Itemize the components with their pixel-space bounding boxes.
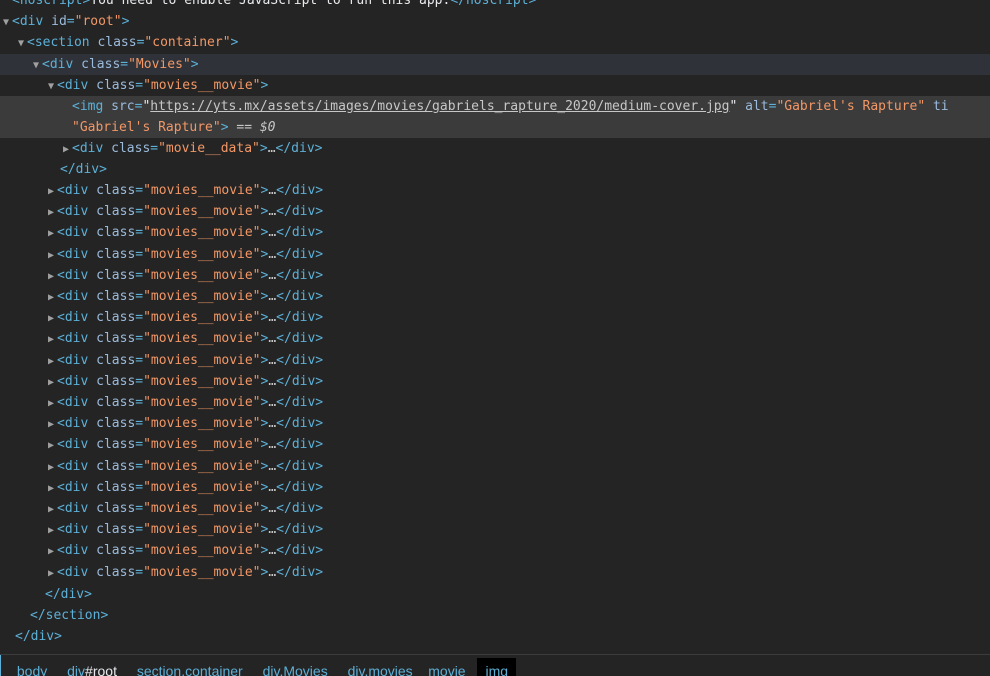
movie-node-collapsed[interactable]: ▶ <div class="movies__movie">…</div> (0, 413, 990, 434)
section-node[interactable]: ▼ <section class="container"> (0, 32, 990, 53)
expand-closed-icon[interactable]: ▶ (45, 478, 57, 498)
expand-closed-icon[interactable]: ▶ (45, 541, 57, 561)
img-node-selected-cont[interactable]: "Gabriel's Rapture"> == $0 (0, 117, 990, 138)
node-markup: ▶ <div class="movies__movie">…</div> (0, 480, 323, 495)
expand-closed-icon[interactable]: ▶ (45, 372, 57, 392)
noscript-node[interactable]: <noscript>You need to enable JavaScript … (0, 0, 990, 11)
expand-open-icon[interactable]: ▼ (15, 33, 27, 53)
node-markup: ▼ <div class="Movies"> (0, 57, 199, 72)
movie-node-collapsed[interactable]: ▶ <div class="movies__movie">…</div> (0, 265, 990, 286)
expand-closed-icon[interactable]: ▶ (45, 181, 57, 201)
expand-closed-icon[interactable]: ▶ (45, 308, 57, 328)
node-markup: </div> (45, 587, 92, 602)
breadcrumb-section-container[interactable]: section.container (129, 658, 251, 676)
node-markup: ▶ <div class="movies__movie">…</div> (0, 225, 323, 240)
breadcrumb-body[interactable]: body (9, 658, 55, 676)
expand-closed-icon[interactable]: ▶ (45, 245, 57, 265)
expand-open-icon[interactable]: ▼ (45, 76, 57, 96)
breadcrumb-div-movie[interactable]: div.movies__movie (340, 658, 474, 676)
movie-node-collapsed[interactable]: ▶ <div class="movies__movie">…</div> (0, 540, 990, 561)
node-markup: </div> (15, 629, 62, 644)
movie-node-collapsed[interactable]: ▶ <div class="movies__movie">…</div> (0, 456, 990, 477)
breadcrumb-edge (0, 655, 5, 676)
node-markup: ▶ <div class="movies__movie">…</div> (0, 247, 323, 262)
node-markup: ▶ <div class="movies__movie">…</div> (0, 565, 323, 580)
node-markup: ▼ <div class="movies__movie"> (0, 78, 268, 93)
movie-node-collapsed[interactable]: ▶ <div class="movies__movie">…</div> (0, 350, 990, 371)
breadcrumb-div-root[interactable]: div#root (59, 658, 125, 676)
movie-node-collapsed[interactable]: ▶ <div class="movies__movie">…</div> (0, 498, 990, 519)
node-markup: <img src="https://yts.mx/assets/images/m… (72, 99, 949, 114)
node-markup: ▶ <div class="movies__movie">…</div> (0, 331, 323, 346)
node-markup: ▶ <div class="movies__movie">…</div> (0, 437, 323, 452)
node-markup: ▶ <div class="movies__movie">…</div> (0, 353, 323, 368)
expand-closed-icon[interactable]: ▶ (45, 329, 57, 349)
expand-open-icon[interactable]: ▼ (30, 55, 42, 75)
node-markup: <noscript>You need to enable JavaScript … (12, 0, 537, 8)
section-close-node[interactable]: </section> (0, 605, 990, 626)
node-markup: </section> (30, 608, 109, 623)
expand-closed-icon[interactable]: ▶ (45, 223, 57, 243)
node-markup: ▶ <div class="movies__movie">…</div> (0, 416, 323, 431)
node-markup: ▶ <div class="movies__movie">…</div> (0, 501, 323, 516)
expand-closed-icon[interactable]: ▶ (45, 435, 57, 455)
expand-open-icon[interactable]: ▼ (0, 12, 12, 32)
expand-closed-icon[interactable]: ▶ (45, 266, 57, 286)
node-markup: ▶ <div class="movies__movie">…</div> (0, 204, 323, 219)
movie-node-collapsed[interactable]: ▶ <div class="movies__movie">…</div> (0, 434, 990, 455)
movie-node-collapsed[interactable]: ▶ <div class="movies__movie">…</div> (0, 519, 990, 540)
node-markup: ▶ <div class="movies__movie">…</div> (0, 268, 323, 283)
expand-closed-icon[interactable]: ▶ (45, 520, 57, 540)
movie-node-collapsed[interactable]: ▶ <div class="movies__movie">…</div> (0, 244, 990, 265)
expand-closed-icon[interactable]: ▶ (60, 139, 72, 159)
img-src-link: https://yts.mx/assets/images/movies/gabr… (150, 99, 730, 114)
movie-node-collapsed[interactable]: ▶ <div class="movies__movie">…</div> (0, 562, 990, 583)
expand-closed-icon[interactable]: ▶ (45, 499, 57, 519)
node-markup: ▶ <div class="movies__movie">…</div> (0, 395, 323, 410)
node-markup: </div> (60, 162, 107, 177)
expand-closed-icon[interactable]: ▶ (45, 351, 57, 371)
node-markup: ▶ <div class="movies__movie">…</div> (0, 374, 323, 389)
img-node-selected[interactable]: <img src="https://yts.mx/assets/images/m… (0, 96, 990, 117)
movie-node-collapsed[interactable]: ▶ <div class="movies__movie">…</div> (0, 286, 990, 307)
movie-node-collapsed[interactable]: ▶ <div class="movies__movie">…</div> (0, 180, 990, 201)
movie-node-collapsed[interactable]: ▶ <div class="movies__movie">…</div> (0, 201, 990, 222)
root-close-node[interactable]: </div> (0, 626, 990, 647)
movie-data-node[interactable]: ▶ <div class="movie__data">…</div> (0, 138, 990, 159)
node-markup: ▶ <div class="movies__movie">…</div> (0, 289, 323, 304)
node-markup: ▶ <div class="movie__data">…</div> (0, 139, 323, 159)
movie-node-collapsed[interactable]: ▶ <div class="movies__movie">…</div> (0, 222, 990, 243)
movie-node-collapsed[interactable]: ▶ <div class="movies__movie">…</div> (0, 477, 990, 498)
movie-node-collapsed[interactable]: ▶ <div class="movies__movie">…</div> (0, 371, 990, 392)
movies-node[interactable]: ▼ <div class="Movies"> (0, 54, 990, 75)
breadcrumb-bar: body div#root section.container div.Movi… (0, 654, 990, 676)
node-markup: ▶ <div class="movies__movie">…</div> (0, 522, 323, 537)
breadcrumb-img[interactable]: img (477, 658, 517, 676)
root-node[interactable]: ▼ <div id="root"> (0, 11, 990, 32)
node-markup: "Gabriel's Rapture"> == $0 (72, 120, 276, 135)
expand-closed-icon[interactable]: ▶ (45, 414, 57, 434)
dom-tree: <noscript>You need to enable JavaScript … (0, 0, 990, 655)
movie-close-node[interactable]: </div> (0, 159, 990, 180)
movie-node-collapsed[interactable]: ▶ <div class="movies__movie">…</div> (0, 392, 990, 413)
movie-node-collapsed[interactable]: ▶ <div class="movies__movie">…</div> (0, 307, 990, 328)
expand-closed-icon[interactable]: ▶ (45, 287, 57, 307)
node-markup: ▼ <div id="root"> (0, 14, 129, 29)
expand-closed-icon[interactable]: ▶ (45, 393, 57, 413)
expand-closed-icon[interactable]: ▶ (45, 563, 57, 583)
movie-node-expanded[interactable]: ▼ <div class="movies__movie"> (0, 75, 990, 96)
expand-closed-icon[interactable]: ▶ (45, 457, 57, 477)
node-markup: ▶ <div class="movies__movie">…</div> (0, 310, 323, 325)
node-markup: ▶ <div class="movies__movie">…</div> (0, 543, 323, 558)
node-markup: ▼ <section class="container"> (0, 35, 238, 50)
movie-node-collapsed[interactable]: ▶ <div class="movies__movie">…</div> (0, 328, 990, 349)
movies-close-node[interactable]: </div> (0, 584, 990, 605)
expand-closed-icon[interactable]: ▶ (45, 202, 57, 222)
breadcrumb-div-movies[interactable]: div.Movies (255, 658, 336, 676)
node-markup: ▶ <div class="movies__movie">…</div> (0, 459, 323, 474)
node-markup: ▶ <div class="movies__movie">…</div> (0, 183, 323, 198)
